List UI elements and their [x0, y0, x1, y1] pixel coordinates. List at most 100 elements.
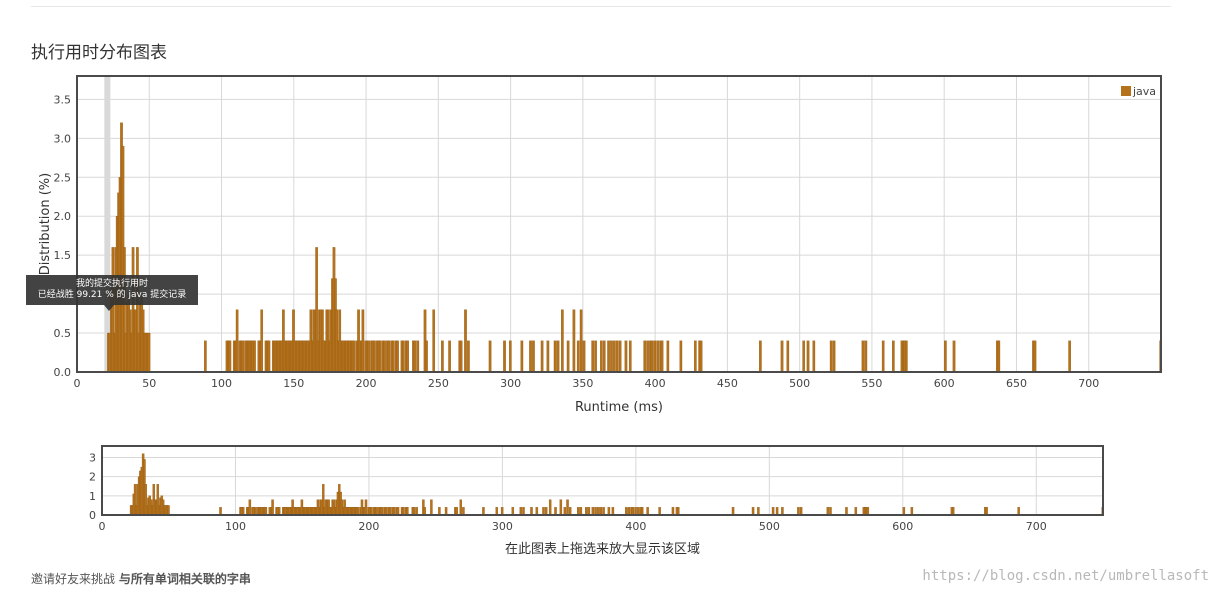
bar-241ms — [425, 340, 428, 373]
watermark-text: https://blog.csdn.net/umbrellasoft — [922, 568, 1209, 584]
bar-394ms — [646, 340, 649, 373]
bar-299ms — [509, 340, 512, 373]
bar-299ms — [500, 507, 504, 516]
bar-545ms — [864, 340, 868, 373]
bar-257ms — [444, 507, 448, 516]
bar-268ms — [464, 309, 467, 373]
bar-205ms — [375, 507, 378, 516]
bar-401ms — [656, 340, 660, 373]
main-bars — [107, 122, 1163, 373]
bar-88ms — [219, 507, 222, 516]
bar-350ms — [582, 340, 586, 373]
bar-295ms — [495, 507, 499, 516]
bar-371ms — [613, 340, 616, 373]
bar-346ms — [563, 507, 567, 516]
bar-212ms — [384, 507, 388, 516]
x-tick-label: 50 — [142, 377, 156, 390]
bar-270ms — [462, 507, 465, 516]
bar-573ms — [905, 340, 908, 373]
bar-472ms — [731, 507, 735, 516]
bar-268ms — [459, 499, 462, 516]
bar-417ms — [658, 507, 661, 516]
bar-509ms — [781, 507, 784, 516]
bar-404ms — [641, 507, 644, 516]
overview-x-ticks: 0 100 200 300 400 500 600 700 — [99, 520, 1047, 533]
tooltip-arrow — [104, 305, 114, 311]
bar-218ms — [392, 507, 396, 516]
bar-606ms — [910, 507, 914, 516]
x-tick-label: 700 — [1078, 377, 1099, 390]
legend[interactable]: java — [1121, 85, 1156, 98]
bar-228ms — [406, 340, 409, 373]
bar-241ms — [423, 507, 426, 516]
bar-686ms — [1068, 340, 1071, 373]
bar-132ms — [278, 507, 281, 516]
bar-335ms — [548, 499, 552, 516]
bar-49ms — [167, 505, 170, 516]
bar-573ms — [866, 507, 870, 516]
overview-hint-label: 在此图表上拖选来放大显示该区域 — [505, 542, 700, 557]
bar-367ms — [607, 340, 610, 373]
bar-358ms — [579, 507, 583, 516]
x-tick-label: 400 — [645, 377, 666, 390]
bar-427ms — [671, 507, 675, 516]
bar-350ms — [568, 507, 572, 516]
invite-friends-link[interactable]: 邀请好友来挑战 — [31, 572, 115, 586]
x-tick-label: 250 — [428, 377, 449, 390]
x-tick-label: 450 — [717, 377, 738, 390]
bar-557ms — [845, 507, 848, 516]
y-tick-label: 3.5 — [54, 93, 72, 106]
related-strings-link[interactable]: 与所有单词相关联的字串 — [119, 572, 251, 586]
overview-plot-frame — [101, 445, 1104, 516]
bar-339ms — [554, 507, 557, 516]
footer-links: 邀请好友来挑战 与所有单词相关联的字串 — [31, 570, 251, 587]
bar-197ms — [361, 309, 365, 373]
bar-373ms — [599, 507, 603, 516]
bar-375ms — [618, 340, 622, 373]
x-tick-label: 300 — [500, 377, 521, 390]
y-tick-label: 2.0 — [54, 210, 72, 223]
bar-399ms — [653, 340, 657, 373]
bar-252ms — [441, 340, 444, 373]
bar-315ms — [522, 507, 525, 516]
bar-362ms — [584, 507, 588, 516]
bar-356ms — [576, 507, 580, 516]
legend-swatch-java — [1121, 86, 1131, 96]
bar-404ms — [660, 340, 664, 373]
bar-545ms — [829, 507, 832, 516]
bar-335ms — [561, 309, 564, 373]
x-tick-label: 300 — [492, 520, 513, 533]
x-tick-label: 500 — [789, 377, 810, 390]
bar-373ms — [615, 340, 619, 373]
bar-487ms — [780, 340, 784, 373]
bar-637ms — [952, 507, 955, 516]
bar-201ms — [367, 340, 370, 373]
bar-325ms — [546, 340, 550, 373]
bar-332ms — [544, 507, 548, 516]
bar-110ms — [248, 499, 252, 516]
runtime-distribution-chart[interactable]: 0.00.51.01.52.02.53.03.5 050100150200250… — [0, 70, 1221, 420]
overview-y-ticks: 0 1 2 3 — [89, 452, 96, 523]
bar-521ms — [797, 507, 800, 516]
bar-191ms — [352, 340, 356, 373]
bar-321ms — [540, 340, 544, 373]
bar-472ms — [759, 340, 762, 373]
x-tick-label: 200 — [356, 377, 377, 390]
bar-343ms — [572, 309, 576, 373]
x-tick-label: 0 — [99, 520, 106, 533]
bar-379ms — [624, 340, 628, 373]
x-tick-label: 200 — [358, 520, 379, 533]
bar-270ms — [467, 340, 470, 373]
bar-427ms — [694, 340, 697, 373]
overview-chart[interactable]: 0 1 2 3 0 100 200 300 400 500 600 700 在此图表上拖选来放大显示… — [0, 440, 1221, 565]
bar-505ms — [806, 340, 810, 373]
bar-399ms — [634, 507, 637, 516]
bar-122ms — [264, 507, 268, 516]
bar-543ms — [826, 507, 830, 516]
y-tick-label: 1 — [89, 490, 96, 503]
bar-397ms — [650, 340, 654, 373]
bar-348ms — [579, 309, 583, 373]
x-tick-label: 350 — [572, 377, 593, 390]
y-tick-label: 2 — [89, 471, 96, 484]
x-tick-label: 0 — [74, 377, 81, 390]
